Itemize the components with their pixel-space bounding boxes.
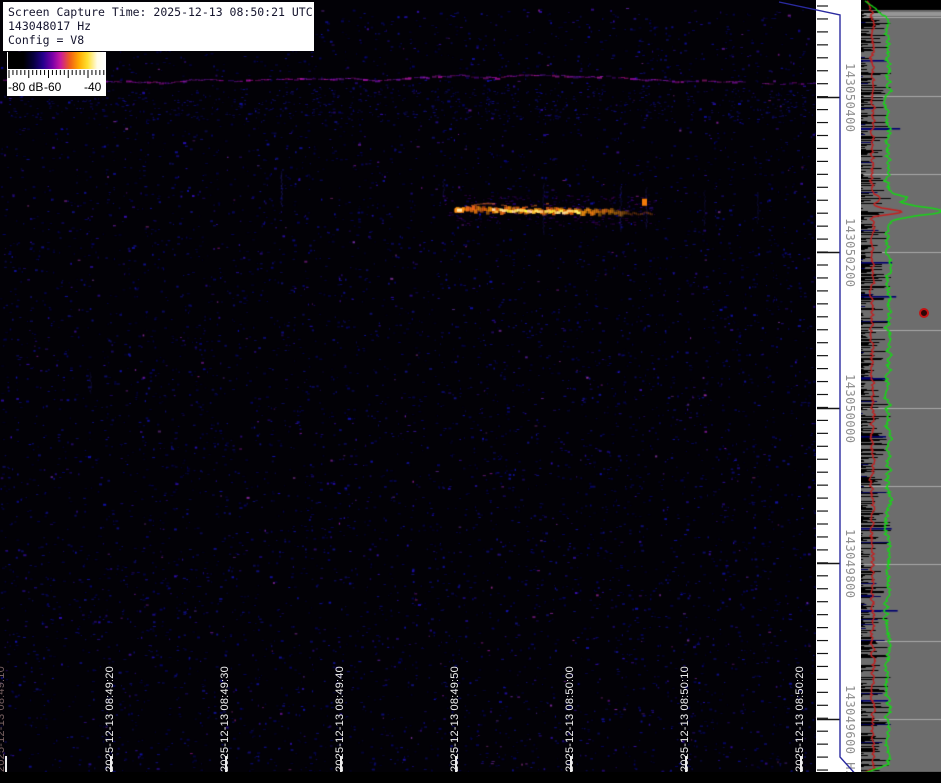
frequency-axis-label: 143049800 bbox=[843, 529, 857, 599]
colorbar-ruler bbox=[8, 70, 105, 78]
frequency-axis-column: 143050400 143050200 143050000 143049800 1430… bbox=[816, 0, 861, 778]
frequency-axis-label: 143050200 bbox=[843, 218, 857, 288]
colorbar-label-mid: -60 bbox=[44, 80, 62, 94]
frequency-axis-label: 143049600 Hz bbox=[843, 685, 857, 778]
time-axis-tick bbox=[340, 756, 342, 772]
waterfall-spectrogram-canvas bbox=[0, 0, 817, 775]
time-axis-tick bbox=[800, 756, 802, 772]
time-axis-tick bbox=[570, 756, 572, 772]
colorbar-label-min: -80 dB bbox=[8, 80, 44, 94]
spectrum-peak-marker-dot bbox=[919, 308, 929, 318]
live-spectrum-canvas bbox=[861, 0, 941, 775]
colorbar-label-max: -40 bbox=[84, 80, 102, 94]
time-axis-tick bbox=[225, 756, 227, 772]
time-axis-tick bbox=[110, 756, 112, 772]
spectrum-lab-screen-capture: Screen Capture Time: 2025-12-13 08:50:21… bbox=[0, 0, 941, 783]
colorbar-legend: -80 dB -60 -40 bbox=[7, 52, 106, 96]
frequency-axis-label: 143050000 bbox=[843, 374, 857, 444]
capture-frequency-text: 143048017 Hz bbox=[8, 19, 92, 34]
colorbar-gradient bbox=[8, 52, 105, 69]
capture-time-text: Screen Capture Time: 2025-12-13 08:50:21… bbox=[8, 5, 313, 19]
frequency-axis-label: 143050400 bbox=[843, 63, 857, 133]
capture-config-text: Config = V8 bbox=[8, 33, 85, 48]
time-axis-tick bbox=[5, 756, 7, 772]
capture-info-overlay: Screen Capture Time: 2025-12-13 08:50:21… bbox=[3, 2, 314, 51]
time-axis-tick bbox=[455, 756, 457, 772]
time-axis-tick bbox=[685, 756, 687, 772]
bottom-border-bar bbox=[0, 772, 941, 783]
